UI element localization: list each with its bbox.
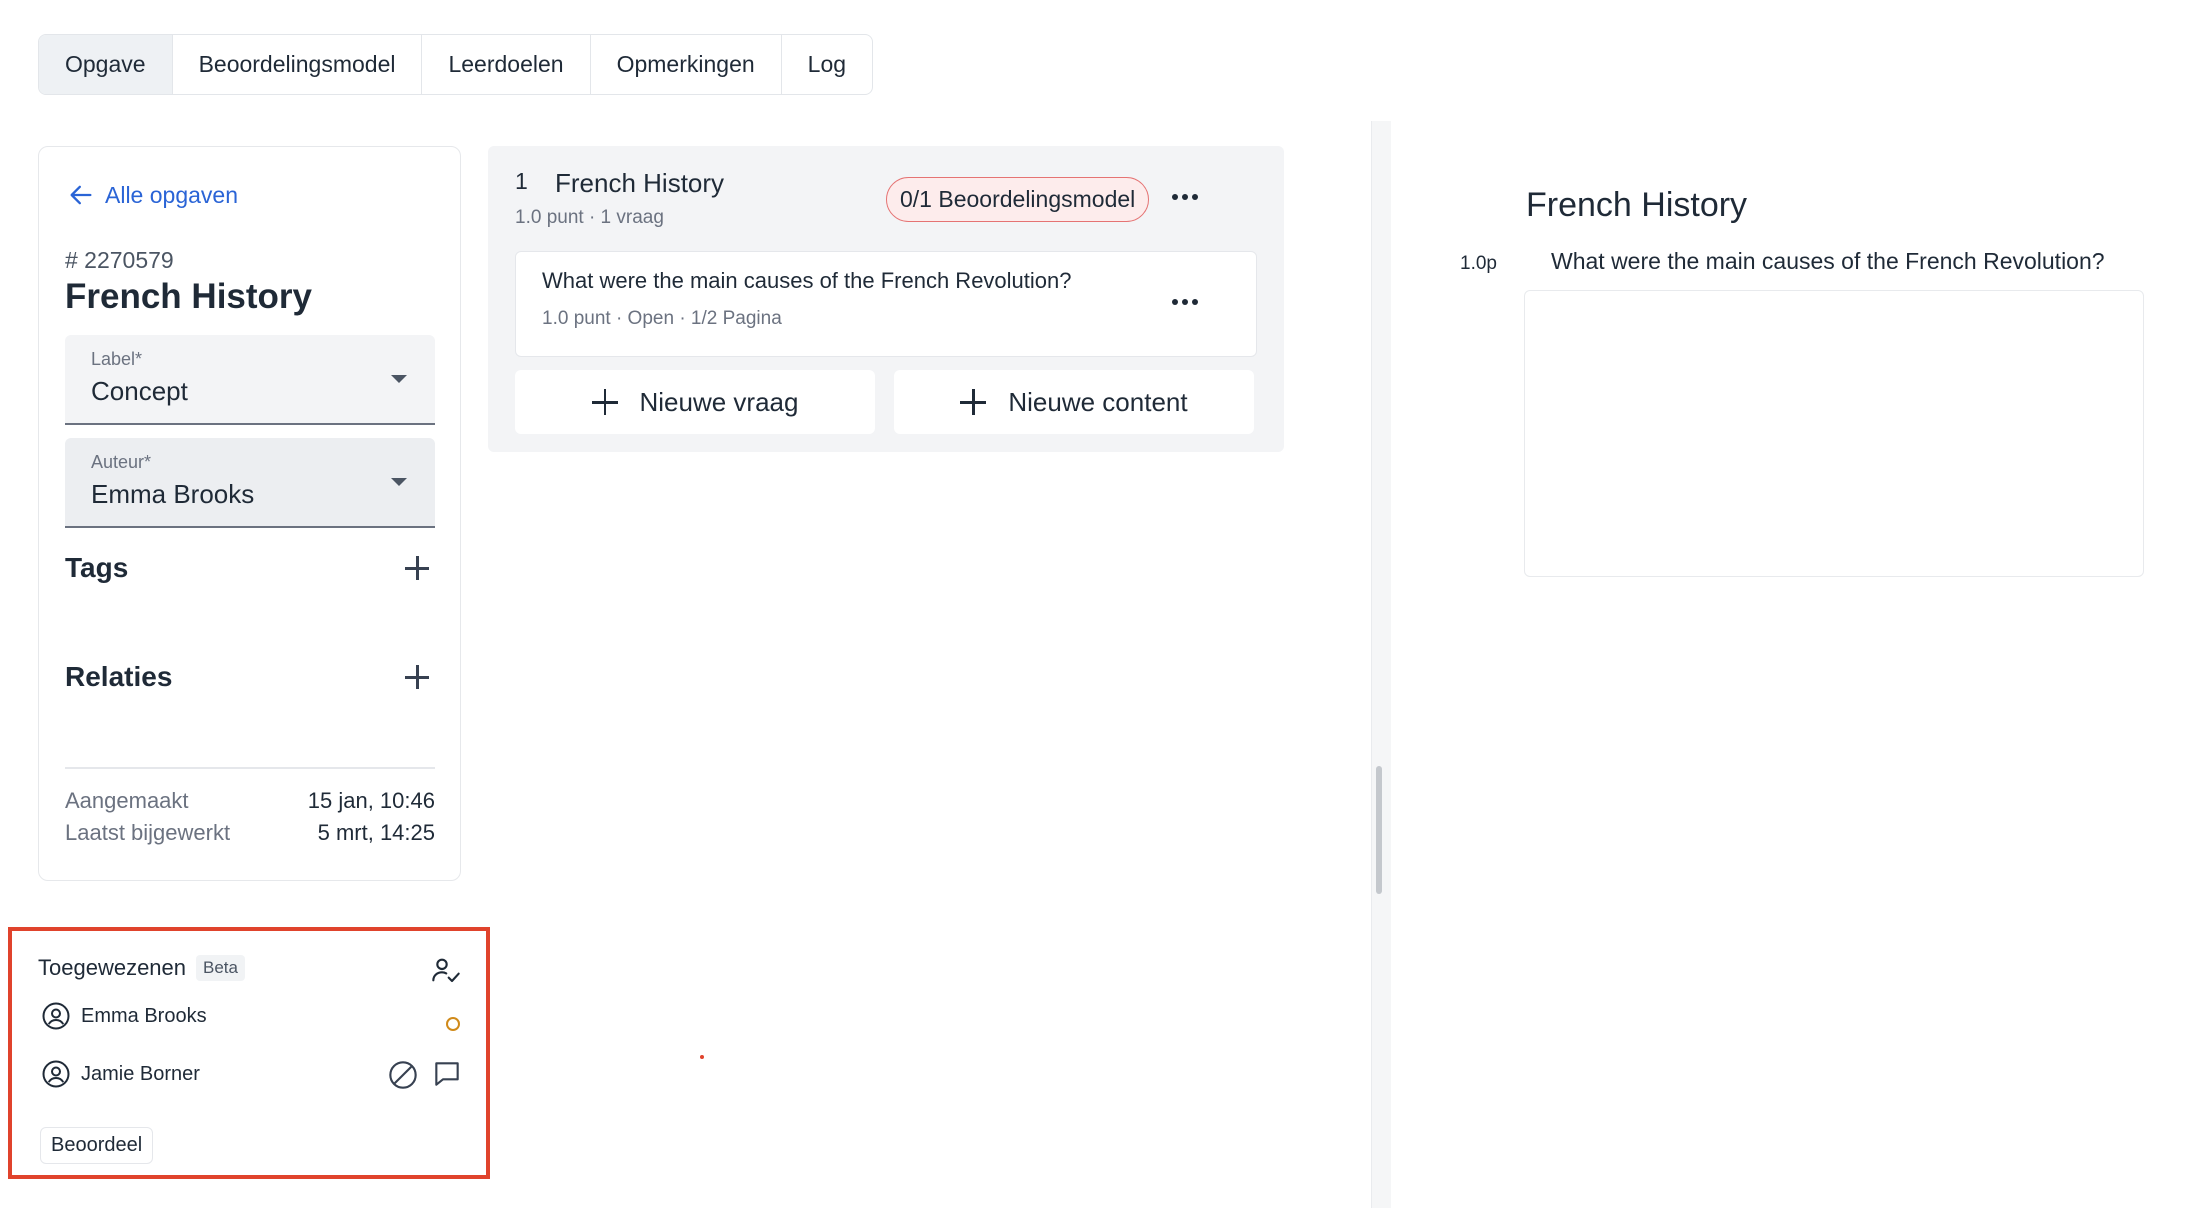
question-meta: 1.0 punt · Open · 1/2 Pagina [542, 308, 782, 329]
question-group-number: 1 [515, 168, 528, 194]
preview-question: What were the main causes of the French … [1551, 248, 2105, 274]
preview-points: 1.0p [1460, 253, 1497, 274]
assignee-row: Jamie Borner [41, 1059, 200, 1089]
plus-icon [591, 389, 618, 415]
question-card[interactable]: What were the main causes of the French … [515, 251, 1257, 357]
author-select[interactable]: Auteur* Emma Brooks [65, 438, 435, 528]
caret-down-icon [391, 375, 407, 383]
scrollbar-thumb[interactable] [1376, 766, 1382, 894]
question-text: What were the main causes of the French … [542, 268, 1072, 293]
updated-value: 5 mrt, 14:25 [317, 820, 435, 845]
new-content-button[interactable]: Nieuwe content [894, 370, 1254, 434]
assignees-header: Toegewezenen Beta [38, 955, 245, 981]
assignees-panel: Toegewezenen Beta Emma Brooks Jamie Born… [8, 927, 490, 1179]
answer-box[interactable] [1524, 290, 2144, 577]
tab-opgave[interactable]: Opgave [39, 35, 173, 94]
author-select-value: Emma Brooks [91, 479, 255, 509]
block-icon[interactable] [387, 1059, 419, 1091]
assignee-name: Jamie Borner [81, 1062, 200, 1085]
tab-log[interactable]: Log [782, 35, 872, 94]
tags-section: Tags [65, 550, 435, 586]
assignee-row: Emma Brooks [41, 1001, 207, 1031]
user-circle-icon [42, 1060, 70, 1088]
author-select-label: Auteur* [91, 452, 152, 472]
question-more-options-icon[interactable] [1172, 299, 1198, 305]
divider [65, 767, 435, 769]
plus-icon [960, 389, 987, 415]
created-row: Aangemaakt 15 jan, 10:46 [65, 788, 435, 814]
add-relation-plus-icon[interactable] [399, 659, 435, 695]
assignee-name: Emma Brooks [81, 1004, 207, 1027]
back-to-all-assignments-link[interactable]: Alle opgaven [67, 181, 238, 209]
relations-section: Relaties [65, 659, 435, 695]
new-question-label: Nieuwe vraag [639, 386, 799, 417]
beta-badge: Beta [196, 955, 245, 981]
assignment-info-card: Alle opgaven # 2270579 French History La… [38, 146, 461, 881]
tab-beoordelingsmodel[interactable]: Beoordelingsmodel [173, 35, 423, 94]
updated-label: Laatst bijgewerkt [65, 820, 231, 845]
back-link-label: Alle opgaven [105, 181, 238, 208]
panel-splitter[interactable] [1371, 121, 1391, 1208]
assignment-id: # 2270579 [65, 247, 174, 273]
add-tag-plus-icon[interactable] [399, 550, 435, 586]
label-select-value: Concept [91, 376, 188, 406]
question-group-subtitle: 1.0 punt · 1 vraag [515, 207, 664, 228]
caret-down-icon [391, 478, 407, 486]
tab-leerdoelen[interactable]: Leerdoelen [422, 35, 591, 94]
comment-icon[interactable] [431, 1058, 463, 1090]
arrow-left-icon [70, 185, 92, 205]
question-group-panel: 1 French History 1.0 punt · 1 vraag 0/1 … [488, 146, 1284, 452]
new-content-label: Nieuwe content [1008, 386, 1188, 417]
question-group-title: French History [555, 168, 725, 198]
tab-bar: Opgave Beoordelingsmodel Leerdoelen Opme… [38, 34, 874, 95]
assign-user-check-icon[interactable] [430, 955, 462, 987]
grade-button[interactable]: Beoordeel [40, 1127, 154, 1164]
label-select-label: Label* [91, 349, 143, 369]
created-value: 15 jan, 10:46 [307, 788, 435, 813]
relations-title: Relaties [65, 661, 173, 692]
user-circle-icon [42, 1002, 70, 1030]
updated-row: Laatst bijgewerkt 5 mrt, 14:25 [65, 820, 435, 846]
label-select[interactable]: Label* Concept [65, 335, 435, 425]
more-options-icon[interactable] [1172, 194, 1198, 200]
new-question-button[interactable]: Nieuwe vraag [515, 370, 875, 434]
assignees-title: Toegewezenen [38, 955, 187, 980]
tab-opmerkingen[interactable]: Opmerkingen [591, 35, 782, 94]
preview-title: French History [1526, 186, 1748, 224]
cursor-dot [700, 1055, 704, 1059]
rubric-status-badge[interactable]: 0/1 Beoordelingsmodel [886, 177, 1150, 222]
created-label: Aangemaakt [65, 788, 189, 813]
status-circle-icon [446, 1017, 460, 1031]
tags-title: Tags [65, 552, 129, 583]
assignment-title: French History [65, 277, 312, 316]
